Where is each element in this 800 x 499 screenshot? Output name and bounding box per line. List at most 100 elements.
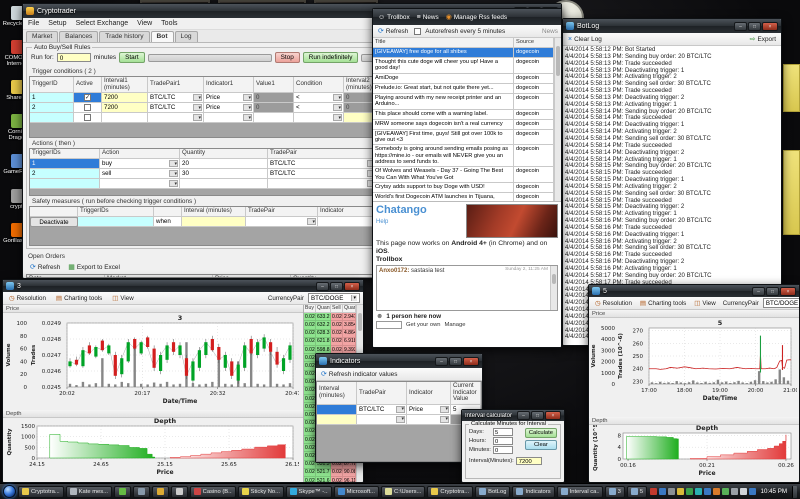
cell[interactable]: BTC/LTC — [357, 405, 407, 415]
checkbox[interactable] — [84, 104, 91, 111]
taskbar-button[interactable] — [171, 486, 188, 498]
checkbox[interactable] — [84, 114, 91, 121]
trollbox-link[interactable]: Trollbox — [376, 256, 558, 263]
close-button[interactable]: × — [463, 357, 479, 366]
menu-item[interactable]: File — [28, 20, 39, 27]
taskbar-button[interactable]: Cryptotra... — [18, 486, 64, 498]
scroll-thumb[interactable] — [556, 46, 560, 76]
help-link[interactable]: Help — [376, 219, 427, 225]
tray-icon[interactable] — [650, 488, 657, 495]
cell[interactable]: Price — [204, 93, 254, 103]
cell[interactable]: ✓ — [74, 93, 102, 103]
chart-tool[interactable]: ◫View — [691, 299, 718, 307]
tray-icon[interactable] — [731, 488, 738, 495]
taskbar-button[interactable] — [114, 486, 131, 498]
titlebar[interactable]: Interval calculator –□× — [462, 410, 564, 421]
export-button[interactable]: ⇨Export — [748, 36, 778, 43]
tray-icon[interactable] — [749, 488, 756, 495]
cell[interactable]: < — [294, 93, 344, 103]
max-button[interactable]: □ — [766, 287, 779, 296]
tab[interactable]: Balances — [59, 31, 98, 42]
tray-icon[interactable] — [722, 488, 729, 495]
cell[interactable]: Price — [204, 103, 254, 113]
stop-button[interactable]: Stop — [275, 52, 300, 63]
taskbar-button[interactable]: BotLog — [475, 486, 510, 498]
tray-icon[interactable] — [677, 488, 684, 495]
cell[interactable]: buy — [100, 159, 180, 169]
depth-panel-header[interactable]: Depth — [3, 410, 303, 418]
chat-scrollbar[interactable] — [550, 266, 557, 310]
menu-item[interactable]: Select Exchange — [76, 20, 129, 27]
interval-minutes-value[interactable]: 7200 — [516, 457, 542, 465]
taskbar-button[interactable]: Cryptotra... — [427, 486, 473, 498]
chat-messages[interactable]: Sunday 2, 11:25 AM Anxo0172: sastasia te… — [376, 265, 558, 311]
cell[interactable]: Price — [407, 405, 451, 415]
ad-image[interactable] — [466, 204, 558, 238]
refresh-indicator-values-button[interactable]: ⟳Refresh indicator values — [319, 371, 399, 378]
tray-icon[interactable] — [740, 488, 747, 495]
max-button[interactable]: □ — [748, 22, 761, 31]
get-your-own-link[interactable]: Get your own — [406, 322, 440, 328]
titlebar[interactable]: Indicators –□× — [316, 354, 482, 368]
price-panel-header[interactable]: Price — [589, 310, 799, 318]
cell[interactable] — [100, 179, 180, 189]
titlebar[interactable]: 3 –□× — [3, 280, 363, 292]
taskbar-button[interactable]: C:\Users... — [381, 486, 425, 498]
close-button[interactable]: × — [545, 411, 561, 420]
taskbar-button[interactable]: Indicators — [512, 486, 554, 498]
taskbar-button[interactable]: 5 — [627, 486, 647, 498]
menu-item[interactable]: View — [137, 20, 152, 27]
cell[interactable]: Deactivate — [30, 217, 78, 227]
news-button[interactable]: ≡News — [415, 14, 441, 21]
cell[interactable] — [407, 415, 451, 425]
sticky-note[interactable] — [783, 150, 800, 235]
min-button[interactable]: – — [435, 357, 448, 366]
taskbar-button[interactable] — [152, 486, 169, 498]
tray-icon[interactable] — [659, 488, 666, 495]
min-button[interactable]: – — [517, 411, 530, 420]
taskbar-button[interactable]: Casino (B... — [190, 486, 236, 498]
close-button[interactable]: × — [780, 287, 796, 296]
titlebar[interactable]: BotLog –□× — [563, 19, 781, 33]
titlebar[interactable]: ☺Trollbox ≡News ◉Manage Rss feeds — [373, 9, 561, 25]
taskbar-button[interactable]: Interval ca... — [557, 486, 603, 498]
tab[interactable]: Log — [175, 31, 198, 42]
min-button[interactable]: – — [734, 22, 747, 31]
manage-rss-button[interactable]: ◉Manage Rss feeds — [444, 14, 509, 21]
news-table[interactable]: TitleSource[GIVEAWAY] free doge for all … — [373, 38, 554, 201]
tray-icon[interactable] — [668, 488, 675, 495]
titlebar[interactable]: 5 –□× — [589, 285, 799, 297]
manage-link[interactable]: Manage — [444, 322, 465, 328]
taskbar-button[interactable]: Kate mes... — [66, 486, 112, 498]
minutes-input[interactable]: 0 — [493, 446, 513, 454]
start-button[interactable]: Start — [119, 52, 145, 63]
chart-tool[interactable]: ◷Resolution — [6, 294, 49, 302]
close-button[interactable]: × — [344, 282, 360, 291]
tab[interactable]: Bot — [151, 31, 174, 42]
cell[interactable] — [294, 113, 344, 123]
cell[interactable]: BTC/LTC — [148, 93, 204, 103]
cell[interactable] — [268, 179, 378, 189]
tray-icon[interactable] — [686, 488, 693, 495]
price-panel-header[interactable]: Price — [3, 305, 303, 313]
cell[interactable] — [357, 415, 407, 425]
sticky-note[interactable] — [783, 64, 800, 112]
cell[interactable]: BTC/LTC — [268, 159, 378, 169]
scroll-thumb[interactable] — [552, 274, 556, 284]
autorefresh-checkbox[interactable] — [414, 28, 421, 35]
calculate-button[interactable]: Calculate — [525, 428, 557, 438]
cell[interactable]: < — [294, 103, 344, 113]
max-button[interactable]: □ — [330, 282, 343, 291]
days-input[interactable]: 5 — [493, 428, 513, 436]
taskbar-button[interactable]: Sticky No... — [238, 486, 284, 498]
run-indefinitely-button[interactable]: Run indefinitely — [303, 52, 359, 63]
cell[interactable] — [204, 113, 254, 123]
cell[interactable] — [74, 103, 102, 113]
news-refresh-button[interactable]: ⟳Refresh — [376, 28, 410, 35]
clear-button[interactable]: Clear — [525, 440, 557, 450]
chart-tool[interactable]: ▤Charting tools — [53, 294, 105, 302]
tab[interactable]: Market — [26, 31, 58, 42]
chart-tool[interactable]: ▤Charting tools — [637, 299, 689, 307]
cell[interactable]: BTC/LTC — [268, 169, 378, 179]
currencypair-select[interactable]: BTC/DOGE▾ — [308, 293, 360, 303]
